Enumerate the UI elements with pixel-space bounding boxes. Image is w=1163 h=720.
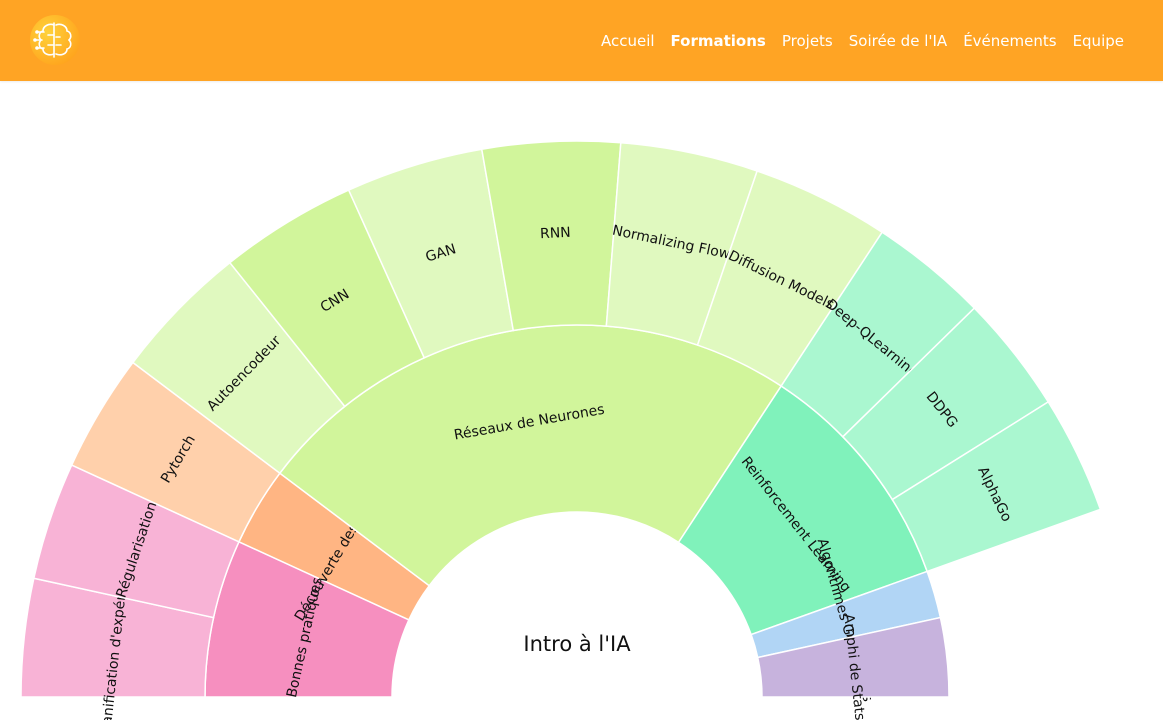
brain-circuit-icon[interactable] (29, 15, 81, 65)
nav-links: Accueil Formations Projets Soirée de l'IA Év… (601, 0, 1124, 81)
navbar: Accueil Formations Projets Soirée de l'IA Év… (0, 0, 1163, 81)
sunburst-chart: Bonnes pratiquesPlanification d'expérien… (20, 140, 1102, 720)
nav-link-projets[interactable]: Projets (782, 32, 833, 50)
sunburst-root-label: Intro à l'IA (523, 632, 631, 656)
nav-link-accueil[interactable]: Accueil (601, 32, 655, 50)
nav-link-equipe[interactable]: Equipe (1073, 32, 1124, 50)
nav-link-soir-e-de-l-ia[interactable]: Soirée de l'IA (849, 32, 947, 50)
label-rnn: RNN (540, 225, 571, 242)
nav-link--v-nements[interactable]: Événements (963, 32, 1056, 50)
nav-link-formations[interactable]: Formations (671, 32, 766, 50)
